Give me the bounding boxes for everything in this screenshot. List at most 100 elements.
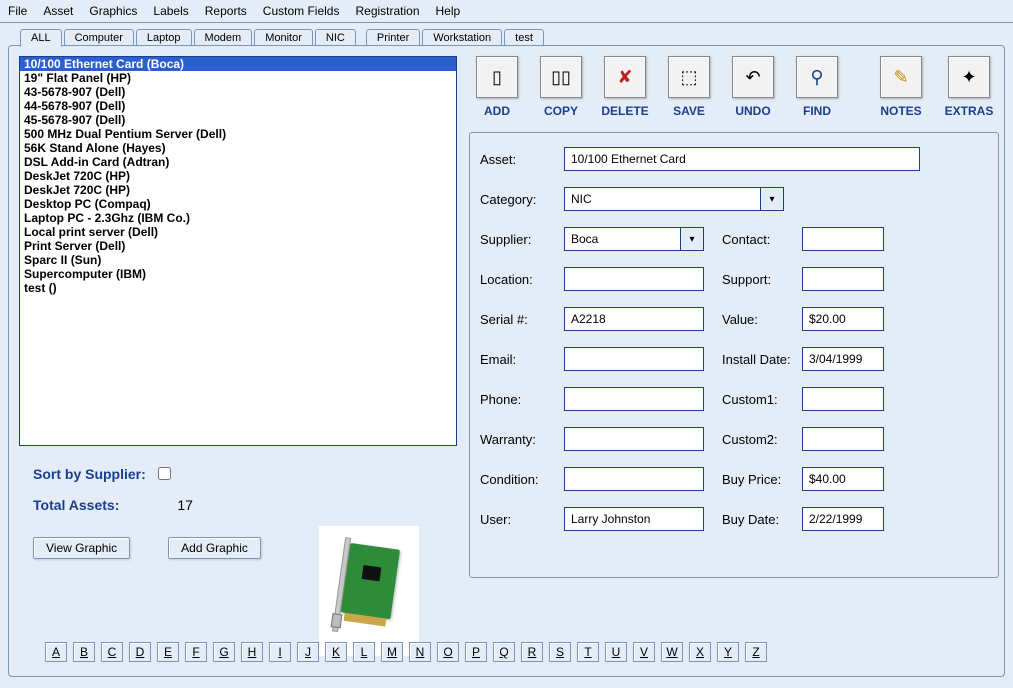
phone-field[interactable]: [564, 387, 704, 411]
alpha-filter-f[interactable]: F: [185, 642, 207, 662]
alpha-filter-z[interactable]: Z: [745, 642, 767, 662]
asset-list-item[interactable]: 45-5678-907 (Dell): [20, 113, 456, 127]
asset-list-item[interactable]: 56K Stand Alone (Hayes): [20, 141, 456, 155]
add-graphic-button[interactable]: Add Graphic: [168, 537, 261, 559]
tab-computer[interactable]: Computer: [64, 29, 134, 46]
extras-button[interactable]: ✦: [948, 56, 990, 98]
tab-nic[interactable]: NIC: [315, 29, 356, 46]
alpha-filter-m[interactable]: M: [381, 642, 403, 662]
location-field[interactable]: [564, 267, 704, 291]
tab-laptop[interactable]: Laptop: [136, 29, 192, 46]
asset-list-item[interactable]: DeskJet 720C (HP): [20, 183, 456, 197]
alpha-filter-i[interactable]: I: [269, 642, 291, 662]
menu-labels[interactable]: Labels: [153, 4, 188, 18]
alpha-filter-c[interactable]: C: [101, 642, 123, 662]
custom1-field[interactable]: [802, 387, 884, 411]
serial-field[interactable]: A2218: [564, 307, 704, 331]
menu-help[interactable]: Help: [436, 4, 461, 18]
asset-list-item[interactable]: 10/100 Ethernet Card (Boca): [20, 57, 456, 71]
condition-field[interactable]: [564, 467, 704, 491]
asset-list-item[interactable]: 500 MHz Dual Pentium Server (Dell): [20, 127, 456, 141]
support-label: Support:: [722, 272, 802, 287]
alpha-filter-t[interactable]: T: [577, 642, 599, 662]
custom2-field[interactable]: [802, 427, 884, 451]
buy-date-field[interactable]: 2/22/1999: [802, 507, 884, 531]
alpha-filter-x[interactable]: X: [689, 642, 711, 662]
alpha-filter-v[interactable]: V: [633, 642, 655, 662]
alpha-filter-j[interactable]: J: [297, 642, 319, 662]
alpha-filter-b[interactable]: B: [73, 642, 95, 662]
find-label: FIND: [789, 104, 845, 118]
alpha-filter-q[interactable]: Q: [493, 642, 515, 662]
asset-list-item[interactable]: 44-5678-907 (Dell): [20, 99, 456, 113]
undo-label: UNDO: [725, 104, 781, 118]
alpha-filter-n[interactable]: N: [409, 642, 431, 662]
alpha-filter-r[interactable]: R: [521, 642, 543, 662]
add-button[interactable]: ▯: [476, 56, 518, 98]
alpha-filter-a[interactable]: A: [45, 642, 67, 662]
alpha-filter-s[interactable]: S: [549, 642, 571, 662]
alpha-filter-e[interactable]: E: [157, 642, 179, 662]
copy-button[interactable]: ▯▯: [540, 56, 582, 98]
asset-list-item[interactable]: DeskJet 720C (HP): [20, 169, 456, 183]
alpha-filter-h[interactable]: H: [241, 642, 263, 662]
asset-list-item[interactable]: DSL Add-in Card (Adtran): [20, 155, 456, 169]
value-field[interactable]: $20.00: [802, 307, 884, 331]
save-button[interactable]: ⬚: [668, 56, 710, 98]
menu-reports[interactable]: Reports: [205, 4, 247, 18]
menu-file[interactable]: File: [8, 4, 27, 18]
find-button[interactable]: ⚲: [796, 56, 838, 98]
alpha-filter-d[interactable]: D: [129, 642, 151, 662]
supplier-dropdown-button[interactable]: ▾: [680, 227, 704, 251]
warranty-field[interactable]: [564, 427, 704, 451]
sort-by-supplier-label: Sort by Supplier:: [33, 466, 146, 482]
asset-list-item[interactable]: Sparc II (Sun): [20, 253, 456, 267]
alpha-filter-u[interactable]: U: [605, 642, 627, 662]
menu-custom-fields[interactable]: Custom Fields: [263, 4, 340, 18]
asset-list-item[interactable]: Print Server (Dell): [20, 239, 456, 253]
tab-all[interactable]: ALL: [20, 29, 62, 47]
alpha-filter-p[interactable]: P: [465, 642, 487, 662]
contact-field[interactable]: [802, 227, 884, 251]
tab-printer[interactable]: Printer: [366, 29, 420, 46]
menu-asset[interactable]: Asset: [43, 4, 73, 18]
asset-listbox[interactable]: 10/100 Ethernet Card (Boca)19" Flat Pane…: [19, 56, 457, 446]
delete-button[interactable]: ✘: [604, 56, 646, 98]
alpha-filter-l[interactable]: L: [353, 642, 375, 662]
menu-graphics[interactable]: Graphics: [89, 4, 137, 18]
asset-list-item[interactable]: Supercomputer (IBM): [20, 267, 456, 281]
asset-list-item[interactable]: 19" Flat Panel (HP): [20, 71, 456, 85]
menu-registration[interactable]: Registration: [355, 4, 419, 18]
support-field[interactable]: [802, 267, 884, 291]
alpha-filter-g[interactable]: G: [213, 642, 235, 662]
tab-workstation[interactable]: Workstation: [422, 29, 502, 46]
asset-list-item[interactable]: Desktop PC (Compaq): [20, 197, 456, 211]
tab-modem[interactable]: Modem: [194, 29, 253, 46]
tab-test[interactable]: test: [504, 29, 544, 46]
total-assets-label: Total Assets:: [33, 497, 119, 513]
asset-list-item[interactable]: 43-5678-907 (Dell): [20, 85, 456, 99]
email-field[interactable]: [564, 347, 704, 371]
notes-button[interactable]: ✎: [880, 56, 922, 98]
asset-field[interactable]: 10/100 Ethernet Card: [564, 147, 920, 171]
buy-price-field[interactable]: $40.00: [802, 467, 884, 491]
undo-button[interactable]: ↶: [732, 56, 774, 98]
alpha-filter-o[interactable]: O: [437, 642, 459, 662]
alphabet-filter-bar: ABCDEFGHIJKLMNOPQRSTUVWXYZ: [45, 642, 767, 662]
sort-by-supplier-checkbox[interactable]: [158, 467, 171, 480]
chevron-down-icon: ▾: [769, 194, 774, 205]
tab-monitor[interactable]: Monitor: [254, 29, 313, 46]
asset-list-item[interactable]: Local print server (Dell): [20, 225, 456, 239]
category-field[interactable]: NIC: [564, 187, 760, 211]
alpha-filter-k[interactable]: K: [325, 642, 347, 662]
asset-list-item[interactable]: test (): [20, 281, 456, 295]
view-graphic-button[interactable]: View Graphic: [33, 537, 130, 559]
alpha-filter-y[interactable]: Y: [717, 642, 739, 662]
supplier-field[interactable]: Boca: [564, 227, 680, 251]
asset-list-item[interactable]: Laptop PC - 2.3Ghz (IBM Co.): [20, 211, 456, 225]
user-field[interactable]: Larry Johnston: [564, 507, 704, 531]
condition-label: Condition:: [480, 472, 564, 487]
alpha-filter-w[interactable]: W: [661, 642, 683, 662]
category-dropdown-button[interactable]: ▾: [760, 187, 784, 211]
install-date-field[interactable]: 3/04/1999: [802, 347, 884, 371]
